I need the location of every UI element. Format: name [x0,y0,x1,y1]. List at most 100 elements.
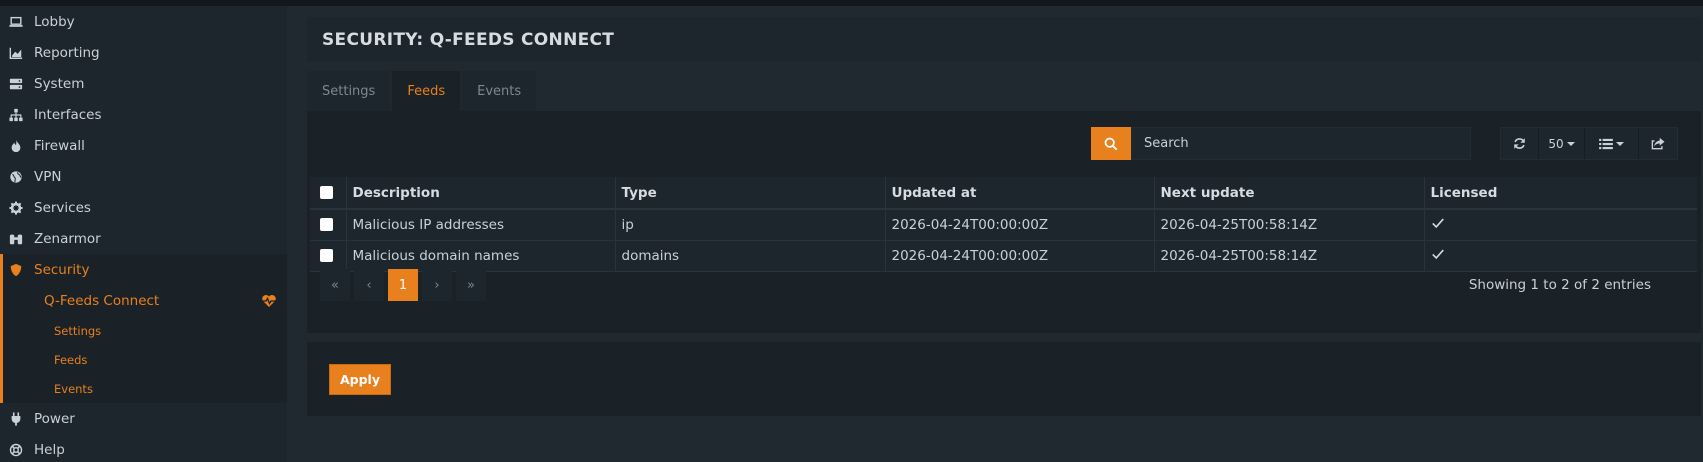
page-title: SECURITY: Q-FEEDS CONNECT [322,29,615,50]
sidebar-item-label: Services [34,199,91,216]
sidebar-item-power[interactable]: Power [0,403,287,434]
row-checkbox[interactable] [320,249,333,262]
tab-events[interactable]: Events [462,71,537,111]
sidebar-item-vpn[interactable]: VPN [0,161,287,192]
sidebar-subitem-settings[interactable]: Settings [0,316,287,345]
sidebar-item-lobby[interactable]: Lobby [0,6,287,37]
sitemap-icon [8,107,24,123]
sidebar-item-label: Lobby [34,13,75,30]
sidebar-subitem-label: Feeds [54,352,88,367]
first-page-button[interactable]: « [320,269,350,301]
sidebar-subitem-feeds[interactable]: Feeds [0,345,287,374]
tab-bar: Settings Feeds Events [307,71,538,111]
fire-icon [8,138,24,154]
prev-page-button[interactable]: ‹ [354,269,384,301]
security-submenu: Q-Feeds Connect Settings Feeds Events [0,285,287,403]
cell-updated-at: 2026-04-24T00:00:00Z [885,209,1155,241]
search-icon [1104,137,1118,150]
cell-next-update: 2026-04-25T00:58:14Z [1154,240,1425,272]
cell-next-update: 2026-04-25T00:58:14Z [1154,209,1425,241]
refresh-button[interactable] [1501,128,1539,159]
export-button[interactable] [1639,128,1677,159]
select-all-checkbox[interactable] [320,186,333,199]
column-header-type[interactable]: Type [615,177,886,210]
chevron-down-icon [1616,141,1624,146]
sidebar-item-help[interactable]: Help [0,434,287,462]
table-row[interactable]: Malicious IP addresses ip 2026-04-24T00:… [310,209,1697,241]
shield-icon [8,262,24,278]
cell-description: Malicious IP addresses [346,209,616,241]
select-all-cell [310,177,347,210]
sidebar-item-zenarmor[interactable]: Zenarmor [0,223,287,254]
sidebar-item-system[interactable]: System [0,68,287,99]
sidebar-subitem-label: Settings [54,323,102,338]
column-selector-dropdown[interactable] [1585,128,1639,159]
search-input[interactable] [1131,127,1471,160]
column-header-description[interactable]: Description [346,177,616,210]
list-icon [1599,138,1613,149]
tab-feeds[interactable]: Feeds [392,71,461,111]
export-icon [1651,137,1665,150]
gear-icon [8,200,24,216]
last-page-button[interactable]: » [456,269,486,301]
cell-licensed [1424,240,1697,272]
laptop-icon [8,14,24,30]
feeds-table: Description Type Updated at Next update … [310,177,1697,272]
row-select-cell [310,209,347,241]
cell-licensed [1424,209,1697,241]
chart-icon [8,45,24,61]
sidebar-item-security[interactable]: Security [0,254,287,285]
globe-icon [8,169,24,185]
sidebar-item-label: Power [34,410,75,427]
grid-actions: 50 [1500,127,1678,160]
sidebar-subitem-events[interactable]: Events [0,374,287,403]
refresh-icon [1514,138,1525,149]
plug-icon [8,411,24,427]
sidebar-item-label: Firewall [34,137,85,154]
column-header-updated-at[interactable]: Updated at [885,177,1155,210]
sidebar-item-label: Q-Feeds Connect [44,292,160,309]
sidebar: Lobby Reporting System Interfaces Firewa… [0,6,287,462]
checkmark-icon [1431,249,1444,259]
sidebar-item-firewall[interactable]: Firewall [0,130,287,161]
binoculars-icon [8,231,24,247]
sidebar-item-qfeeds-connect[interactable]: Q-Feeds Connect [0,285,287,316]
page-size-dropdown[interactable]: 50 [1539,128,1585,159]
table-header-row: Description Type Updated at Next update … [310,177,1697,210]
pagination: « ‹ 1 › » [320,269,490,301]
cell-updated-at: 2026-04-24T00:00:00Z [885,240,1155,272]
sidebar-item-interfaces[interactable]: Interfaces [0,99,287,130]
tab-settings[interactable]: Settings [307,71,391,111]
action-panel: Apply [307,342,1701,416]
chevron-down-icon [1566,141,1575,146]
sidebar-item-services[interactable]: Services [0,192,287,223]
heartbeat-icon [261,293,277,309]
page-header: SECURITY: Q-FEEDS CONNECT [307,17,1701,62]
cell-description: Malicious domain names [346,240,616,272]
column-header-next-update[interactable]: Next update [1154,177,1425,210]
current-page-button[interactable]: 1 [388,269,418,301]
table-row[interactable]: Malicious domain names domains 2026-04-2… [310,240,1697,272]
sidebar-item-label: Interfaces [34,106,102,123]
search-button[interactable] [1091,127,1131,160]
next-page-button[interactable]: › [422,269,452,301]
apply-button[interactable]: Apply [329,364,391,395]
sidebar-item-label: Reporting [34,44,100,61]
sidebar-item-label: Help [34,441,65,458]
column-header-licensed[interactable]: Licensed [1424,177,1697,210]
sidebar-item-label: Security [34,261,90,278]
sidebar-item-label: Zenarmor [34,230,101,247]
feeds-grid-panel: 50 Description Type Updated at Next upda… [307,111,1701,333]
sidebar-item-reporting[interactable]: Reporting [0,37,287,68]
row-select-cell [310,240,347,272]
row-checkbox[interactable] [320,218,333,232]
cell-type: ip [615,209,886,241]
sidebar-item-label: VPN [34,168,62,185]
checkmark-icon [1431,218,1444,228]
cell-type: domains [615,240,886,272]
lifebuoy-icon [8,442,24,458]
sidebar-item-label: System [34,75,85,92]
entries-summary: Showing 1 to 2 of 2 entries [1468,277,1651,293]
page-size-value: 50 [1548,136,1564,151]
sidebar-subitem-label: Events [54,381,93,396]
